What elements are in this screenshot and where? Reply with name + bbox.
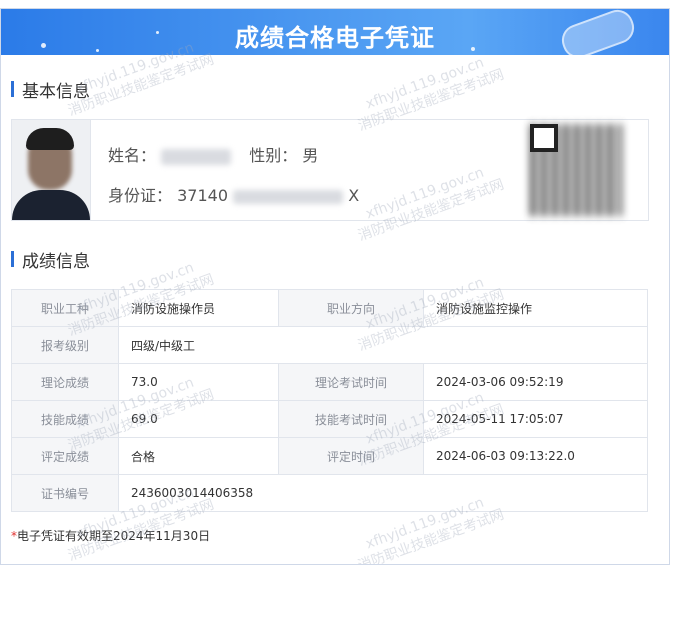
- id-redacted: [233, 189, 344, 204]
- certificate-card: 成绩合格电子凭证 基本信息 姓名： 性别： 男 身份证： 37140 X 成绩信…: [0, 8, 670, 565]
- id-prefix: 37140: [177, 186, 229, 205]
- name-value-redacted: [161, 148, 232, 165]
- table-row: 证书编号 2436003014406358: [11, 474, 648, 512]
- grades-heading: 成绩信息: [11, 249, 90, 272]
- theory-score-label: 理论成绩: [11, 363, 119, 401]
- name-label: 姓名：: [108, 146, 157, 165]
- title-banner: 成绩合格电子凭证: [1, 9, 669, 63]
- basic-info-panel: 姓名： 性别： 男 身份证： 37140 X: [11, 119, 649, 221]
- skill-score-value: 69.0: [118, 400, 279, 438]
- final-grade-value: 合格: [118, 437, 279, 475]
- certificate-number-label: 证书编号: [11, 474, 119, 512]
- grades-table: 职业工种 消防设施操作员 职业方向 消防设施监控操作 报考级别 四级/中级工 理…: [11, 289, 648, 512]
- gender-value: 男: [302, 146, 319, 165]
- occupation-value: 消防设施操作员: [118, 289, 279, 327]
- basic-info-heading: 基本信息: [11, 79, 90, 102]
- final-grade-label: 评定成绩: [11, 437, 119, 475]
- level-label: 报考级别: [11, 326, 119, 364]
- occupation-label: 职业工种: [11, 289, 119, 327]
- skill-score-label: 技能成绩: [11, 400, 119, 438]
- theory-time-label: 理论考试时间: [278, 363, 424, 401]
- direction-label: 职业方向: [278, 289, 424, 327]
- table-row: 理论成绩 73.0 理论考试时间 2024-03-06 09:52:19: [11, 363, 648, 401]
- table-row: 职业工种 消防设施操作员 职业方向 消防设施监控操作: [11, 289, 648, 327]
- validity-note: *电子凭证有效期至2024年11月30日: [11, 529, 211, 543]
- assessment-time-value: 2024-06-03 09:13:22.0: [423, 437, 648, 475]
- id-suffix: X: [348, 186, 360, 205]
- table-row: 评定成绩 合格 评定时间 2024-06-03 09:13:22.0: [11, 437, 648, 475]
- name-row: 姓名： 性别： 男: [108, 142, 318, 166]
- gender-label: 性别：: [249, 146, 298, 165]
- theory-time-value: 2024-03-06 09:52:19: [423, 363, 648, 401]
- avatar: [12, 120, 91, 220]
- certificate-number-value: 2436003014406358: [118, 474, 648, 512]
- theory-score-value: 73.0: [118, 363, 279, 401]
- table-row: 技能成绩 69.0 技能考试时间 2024-05-11 17:05:07: [11, 400, 648, 438]
- section-bar-icon: [11, 251, 14, 267]
- direction-value: 消防设施监控操作: [423, 289, 648, 327]
- level-value: 四级/中级工: [118, 326, 648, 364]
- page-title: 成绩合格电子凭证: [235, 24, 435, 52]
- id-label: 身份证：: [108, 186, 173, 205]
- assessment-time-label: 评定时间: [278, 437, 424, 475]
- skill-time-label: 技能考试时间: [278, 400, 424, 438]
- id-row: 身份证： 37140 X: [108, 182, 359, 206]
- section-bar-icon: [11, 81, 14, 97]
- table-row: 报考级别 四级/中级工: [11, 326, 648, 364]
- skill-time-value: 2024-05-11 17:05:07: [423, 400, 648, 438]
